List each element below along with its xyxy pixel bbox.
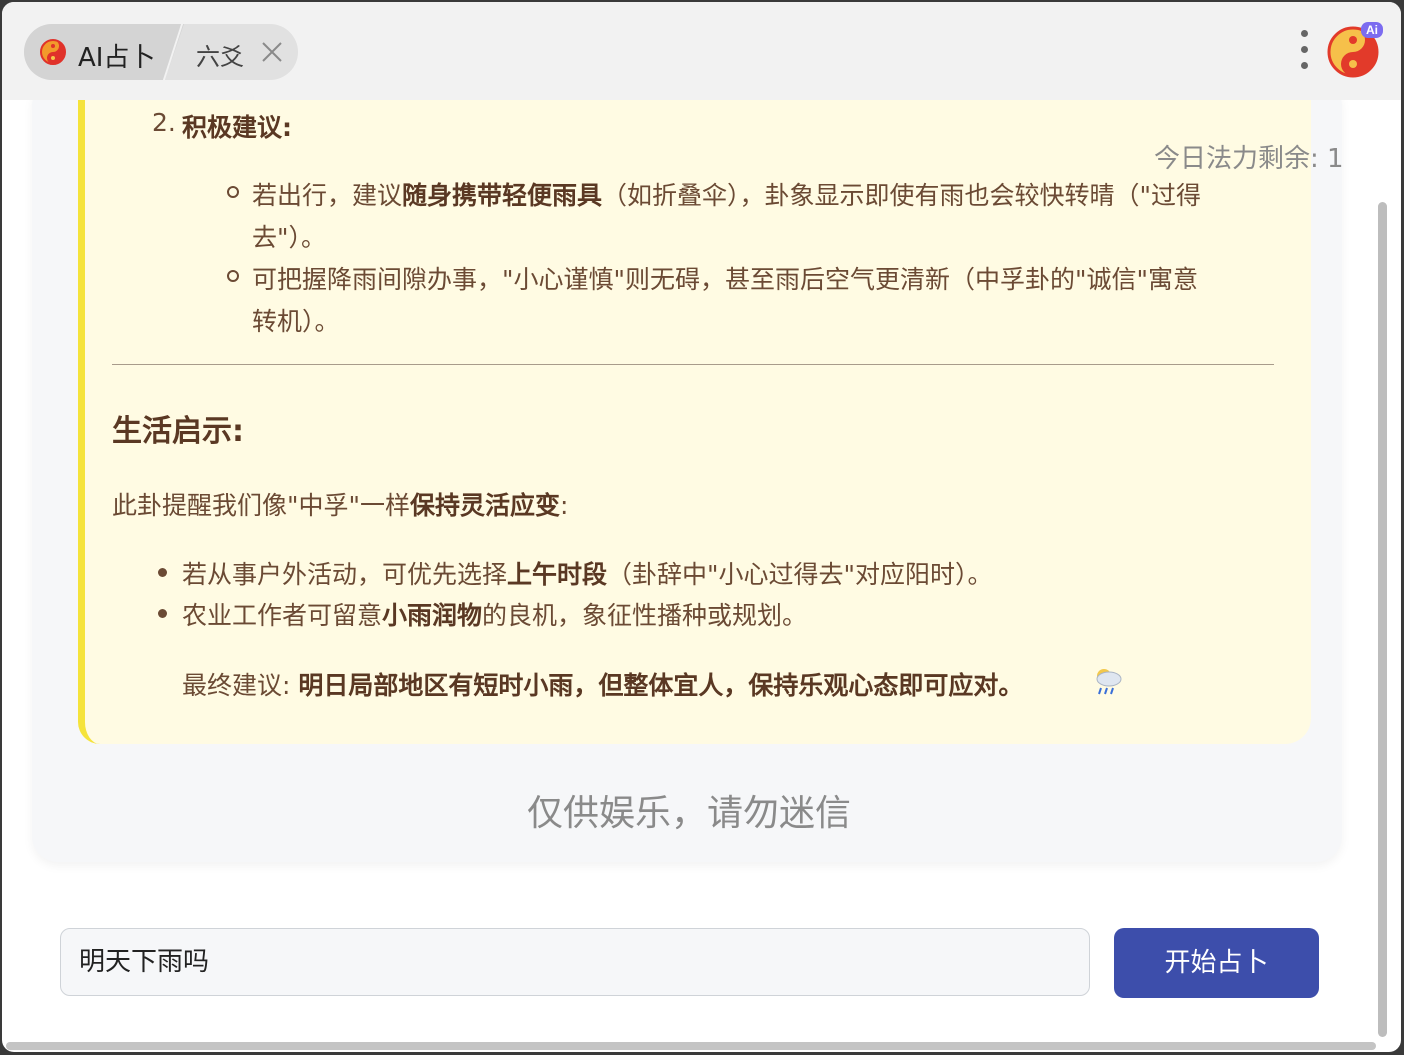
final-advice: 最终建议: 明日局部地区有短时小雨，但整体宜人，保持乐观心态即可应对。 [182,671,1024,700]
section-title: 积极建议: [182,113,292,142]
bullet-text: 可把握降雨间隙办事，"小心谨慎"则无碍，甚至雨后空气更清新（中孚卦的"诚信"寓意 [252,265,1198,294]
horizontal-scrollbar[interactable] [6,1042,1376,1050]
list-item: 若从事户外活动，可优先选择上午时段（卦辞中"小心过得去"对应阳时）。 [182,560,993,589]
bullet-marker [158,568,167,577]
question-input[interactable]: 明天下雨吗 [60,928,1090,996]
yin-yang-icon [40,39,66,65]
vertical-scrollbar[interactable] [1378,202,1387,1037]
bullet-text-cont: 转机）。 [252,307,340,336]
more-vertical-icon[interactable] [1299,30,1309,74]
life-intro: 此卦提醒我们像"中孚"一样保持灵活应变: [112,491,569,520]
list-item: 农业工作者可留意小雨润物的良机，象征性播种或规划。 [182,601,808,630]
close-icon[interactable] [260,40,284,64]
bullet-text-cont: 去"）。 [252,223,326,252]
main-content: 2. 积极建议: 今日法力剩余: 1 若出行，建议随身携带轻便雨具（如折叠伞），… [2,100,1376,1052]
ai-badge: Ai [1361,22,1383,38]
quota-text: 今日法力剩余: 1 [1154,144,1344,174]
title-bar: AI占卜 六爻 Ai [2,2,1401,100]
bullet-text: 若出行，建议随身携带轻便雨具（如折叠伞），卦象显示即使有雨也会较快转晴（"过得 [252,181,1202,210]
bullet-marker [227,270,239,282]
tab-strip: AI占卜 六爻 [24,24,298,80]
bullet-marker [227,186,239,198]
section-number: 2. [152,108,176,137]
start-divination-button[interactable]: 开始占卜 [1114,928,1319,998]
tab-liuyao-label[interactable]: 六爻 [196,37,244,72]
bullet-marker [158,609,167,618]
tab-ai-divination-label: AI占卜 [78,43,156,73]
divider [112,364,1274,365]
life-title: 生活启示: [112,414,244,449]
app-window: AI占卜 六爻 Ai 2. 积极建议: 今日法力剩余: 1 若出行，建议随身携带… [2,2,1401,1052]
disclaimer-text: 仅供娱乐，请勿迷信 [526,793,851,834]
ai-logo-icon[interactable]: Ai [1327,22,1383,80]
rain-cloud-icon [1096,669,1122,695]
